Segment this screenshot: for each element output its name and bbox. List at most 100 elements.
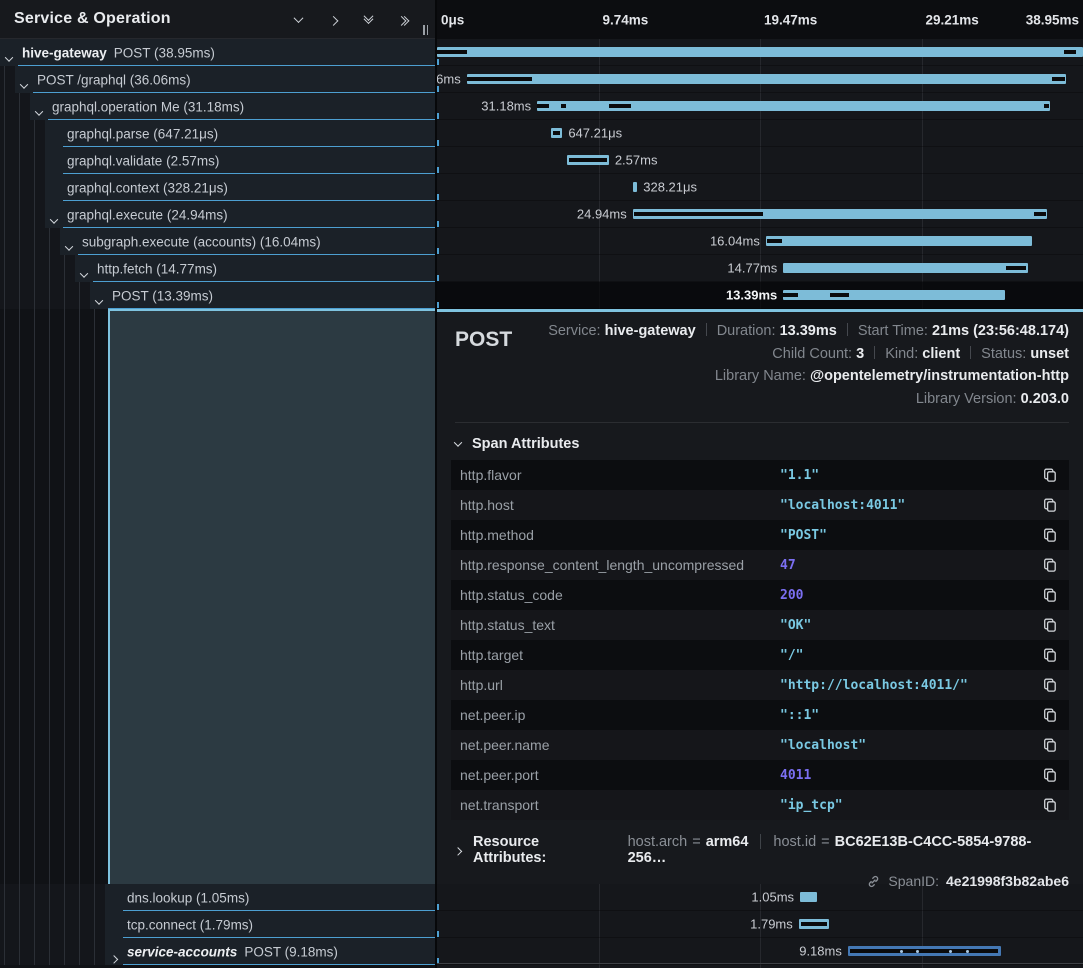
attribute-row: http.response_content_length_uncompresse… [451,550,1069,580]
tree-row-label: POST /graphql (36.06ms) [37,72,191,87]
tree-row[interactable]: POST /graphql (36.06ms) [0,66,435,93]
span-bar[interactable] [800,892,817,902]
timeline-row[interactable]: 647.21μs [437,120,1083,147]
timeline-panel: 0μs9.74ms19.47ms29.21ms38.95ms 38.95ms36… [437,0,1083,968]
timeline-row[interactable]: 2.57ms [437,147,1083,174]
overview-value: 0.203.0 [1021,391,1069,407]
timeline-axis: 0μs9.74ms19.47ms29.21ms38.95ms [437,0,1083,39]
expand-all-icon[interactable] [395,11,411,27]
bar-duration-label: 1.05ms [751,890,794,905]
bar-duration-label: 9.18ms [799,944,842,959]
copy-icon[interactable] [1041,616,1059,634]
indent-guides [0,884,105,911]
resource-attributes-row[interactable]: Resource Attributes: host.arch=arm64host… [455,834,1069,866]
bar-duration-label: 647.21μs [568,126,622,141]
copy-icon[interactable] [1041,496,1059,514]
tree-row-label: dns.lookup (1.05ms) [127,890,249,905]
timeline-row[interactable]: 38.95ms [437,39,1083,66]
attribute-value: "localhost" [780,738,1041,753]
tree-row[interactable]: tcp.connect (1.79ms) [0,911,435,938]
span-attributes-header[interactable]: Span Attributes [455,436,1069,452]
copy-icon[interactable] [1041,706,1059,724]
bar-child-mark [437,50,467,54]
bar-duration-label: 1.79ms [750,917,793,932]
copy-icon[interactable] [1041,766,1059,784]
tree-row[interactable]: graphql.context (328.21μs) [0,174,435,201]
attribute-row: http.url"http://localhost:4011/" [451,670,1069,700]
bar-child-mark [1044,104,1050,108]
overview-value: @opentelemetry/instrumentation-http [810,368,1069,384]
chevron-down-icon[interactable] [6,49,12,67]
tree-row[interactable]: graphql.operation Me (31.18ms) [0,93,435,120]
bar-child-mark [467,77,532,81]
tree-header-actions [290,0,411,38]
tree-row[interactable]: POST (13.39ms) [0,282,435,309]
timeline-row[interactable]: 16.04ms [437,228,1083,255]
timeline-row[interactable]: 36.06ms [437,66,1083,93]
column-resize-grip[interactable] [423,25,428,35]
chevron-down-icon[interactable] [51,211,57,229]
chevron-down-icon[interactable] [81,265,87,283]
timeline-row[interactable]: 14.77ms [437,255,1083,282]
divider [760,834,761,849]
divider [706,323,707,336]
attribute-key: net.peer.port [460,767,780,783]
row-edge-tick [437,194,439,200]
timeline-row[interactable]: 24.94ms [437,201,1083,228]
resource-attributes-preview: host.arch=arm64host.id=BC62E13B-C4CC-585… [628,834,1069,866]
collapse-all-icon[interactable] [360,11,376,27]
chevron-right-icon [454,847,462,855]
timeline-rows-bottom: 1.05ms 1.79ms 9.18ms [437,884,1083,965]
tree-row[interactable]: graphql.execute (24.94ms) [0,201,435,228]
tree-row[interactable]: dns.lookup (1.05ms) [0,884,435,911]
chevron-right-icon[interactable] [111,948,117,966]
span-bar[interactable] [783,290,1005,300]
panel-splitter[interactable] [435,0,437,968]
copy-icon[interactable] [1041,676,1059,694]
timeline-row[interactable]: 31.18ms [437,93,1083,120]
overview-value: 13.39ms [780,323,837,339]
tree-row-label: graphql.parse (647.21μs) [67,126,218,141]
timeline-row[interactable]: 13.39ms [437,282,1083,309]
link-icon[interactable] [866,874,881,889]
chevron-down-icon[interactable] [21,76,27,94]
overview-value: 21ms (23:56:48.174) [932,323,1069,339]
tree-row[interactable]: service-accountsPOST (9.18ms) [0,938,435,965]
span-bar[interactable] [783,263,1028,273]
copy-icon[interactable] [1041,736,1059,754]
tree-row-label: hive-gatewayPOST (38.95ms) [22,45,215,60]
indent-guides [0,120,45,147]
chevron-down-icon[interactable] [36,103,42,121]
bottom-rule [437,963,1083,964]
copy-icon[interactable] [1041,796,1059,814]
span-bar[interactable] [633,182,638,192]
tree-row[interactable]: subgraph.execute (accounts) (16.04ms) [0,228,435,255]
timeline-row[interactable]: 1.79ms [437,911,1083,938]
tree-row[interactable]: hive-gatewayPOST (38.95ms) [0,39,435,66]
bar-child-mark [569,158,607,162]
resource-attributes-title: Resource Attributes: [473,834,616,866]
chevron-down-icon[interactable] [66,238,72,256]
collapse-one-icon[interactable] [290,11,306,27]
span-bar[interactable] [766,236,1032,246]
span-bar[interactable] [437,47,1083,57]
copy-icon[interactable] [1041,466,1059,484]
copy-icon[interactable] [1041,646,1059,664]
copy-icon[interactable] [1041,526,1059,544]
operation-name: graphql.parse (647.21μs) [67,126,218,141]
tree-row[interactable]: http.fetch (14.77ms) [0,255,435,282]
expand-one-icon[interactable] [325,11,341,27]
tree-row[interactable]: graphql.validate (2.57ms) [0,147,435,174]
tree-row[interactable]: graphql.parse (647.21μs) [0,120,435,147]
operation-name: http.fetch (14.77ms) [97,261,217,276]
chevron-down-icon[interactable] [96,292,102,310]
copy-icon[interactable] [1041,586,1059,604]
span-detail-panel: POST Service: hive-gatewayDuration: 13.3… [437,309,1083,884]
copy-icon[interactable] [1041,556,1059,574]
timeline-row[interactable]: 9.18ms [437,938,1083,965]
span-bar[interactable] [467,74,1066,84]
bar-child-mark [537,104,549,108]
timeline-row[interactable]: 328.21μs [437,174,1083,201]
span-overview: Service: hive-gatewayDuration: 13.39msSt… [548,320,1069,410]
attribute-value: "ip_tcp" [780,798,1041,813]
